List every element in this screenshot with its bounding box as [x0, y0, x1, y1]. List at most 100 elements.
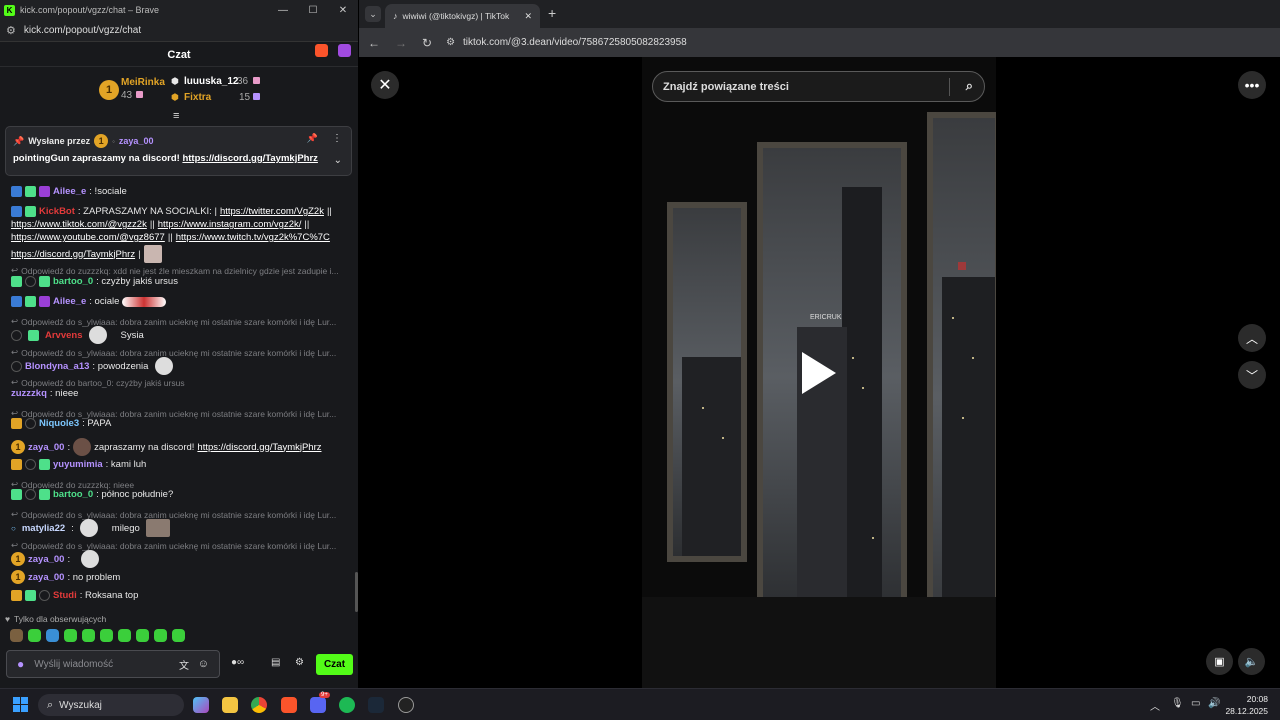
badge-icon: ○	[11, 523, 16, 533]
chat-username[interactable]: Niquole3	[39, 418, 79, 429]
emote-icon[interactable]	[46, 629, 59, 642]
pinned-link[interactable]: https://discord.gg/TaymkjPhrz	[182, 153, 317, 164]
start-button[interactable]	[13, 697, 28, 712]
chat-username[interactable]: Blondyna_a13	[25, 361, 89, 372]
chat-input[interactable]: ● Wyślij wiadomość 文 ☺	[6, 650, 220, 678]
chat-username[interactable]: zuzzzkq	[11, 388, 47, 399]
address-bar[interactable]: ← → ↻ ⚙ tiktok.com/@3.dean/video/7586725…	[359, 28, 1280, 57]
emote-icon[interactable]	[136, 629, 149, 642]
play-icon[interactable]	[802, 352, 836, 394]
previous-video-button[interactable]: ︿	[1238, 324, 1266, 352]
tray-chevron-icon[interactable]: ︿	[1150, 698, 1160, 713]
address-url[interactable]: kick.com/popout/vgzz/chat	[24, 25, 141, 36]
emote-icon[interactable]	[28, 629, 41, 642]
chat-username[interactable]: bartoo_0	[53, 489, 93, 500]
reply-context[interactable]: ↩ Odpowiedź do zuzzzkq: xdd nie jest źle …	[11, 265, 348, 276]
system-clock[interactable]: 20:08 28.12.2025	[1225, 693, 1268, 717]
chat-username[interactable]: zaya_00	[28, 572, 64, 583]
unpin-icon[interactable]: 📌	[307, 133, 318, 144]
collapse-leaderboard-icon[interactable]: ≡	[173, 110, 179, 122]
translate-icon[interactable]: 文	[179, 657, 189, 672]
chat-link[interactable]: https://www.youtube.com/@vgz8677	[11, 232, 165, 243]
expand-chevron-icon[interactable]: ⌄	[334, 155, 342, 166]
emote-icon[interactable]	[118, 629, 131, 642]
chat-link[interactable]: https://twitter.com/VgZ2k	[220, 206, 324, 217]
chat-link[interactable]: https://www.tiktok.com/@vgzz2k	[11, 219, 147, 230]
site-settings-icon[interactable]: ⚙	[6, 24, 16, 37]
volume-icon[interactable]: 🔊	[1208, 698, 1220, 709]
pinned-sender[interactable]: zaya_00	[119, 136, 154, 146]
badge-icon	[39, 186, 50, 197]
store-icon[interactable]: ▤	[271, 657, 280, 668]
chat-link[interactable]: https://discord.gg/TaymkjPhrz	[11, 249, 135, 260]
next-video-button[interactable]: ﹀	[1238, 361, 1266, 389]
chat-username[interactable]: Arvvens	[45, 330, 83, 341]
maximize-button[interactable]: ☐	[298, 0, 328, 20]
discord-icon[interactable]	[310, 697, 326, 713]
chat-scrollbar[interactable]	[355, 572, 358, 612]
chat-username[interactable]: zaya_00	[28, 442, 64, 453]
chat-username[interactable]: bartoo_0	[53, 276, 93, 287]
minimize-button[interactable]: —	[268, 0, 298, 20]
related-search-input[interactable]: Znajdź powiązane treści ⌕	[652, 71, 985, 102]
taskbar-search[interactable]: ⌕ Wyszukaj	[38, 694, 184, 716]
file-explorer-icon[interactable]	[222, 697, 238, 713]
microphone-icon[interactable]: 🎙	[1171, 698, 1184, 709]
chat-username[interactable]: Studi	[53, 590, 77, 601]
more-options-icon[interactable]: ⋮	[332, 133, 342, 144]
emote-icon[interactable]	[172, 629, 185, 642]
chat-username[interactable]: Ailee_e	[53, 296, 86, 307]
reply-text: Odpowiedź do s_ylwiaaa: dobra zanim ucie…	[21, 509, 337, 520]
emote-icon[interactable]	[100, 629, 113, 642]
emote-icon[interactable]	[10, 629, 23, 642]
address-bar[interactable]: ⚙ kick.com/popout/vgzz/chat	[0, 20, 358, 57]
emote-icon[interactable]	[82, 629, 95, 642]
new-tab-icon[interactable]: +	[548, 5, 556, 21]
forward-icon[interactable]: →	[395, 36, 407, 50]
tab-tiktok[interactable]: ♪ wiwiwi (@tiktokivgz) | TikTok ✕	[385, 4, 540, 28]
back-icon[interactable]: ←	[368, 36, 380, 50]
points-icon[interactable]: ●∞	[231, 657, 244, 668]
chat-messages: Ailee_e: !sociale KickBot: ZAPRASZAMY NA…	[0, 180, 356, 610]
close-button[interactable]: ✕	[328, 0, 358, 20]
brave-icon[interactable]	[281, 697, 297, 713]
spotify-icon[interactable]	[339, 697, 355, 713]
site-info-icon[interactable]: ⚙	[446, 37, 455, 48]
more-options-button[interactable]: •••	[1238, 71, 1266, 99]
leader-name[interactable]: luuuska_12	[184, 76, 238, 87]
chat-link[interactable]: https://www.instagram.com/vgz2k/	[158, 219, 302, 230]
reply-context[interactable]: ↩ Odpowiedź do bartoo_0: czyżby jakiś urs…	[11, 377, 348, 388]
obs-icon[interactable]	[398, 697, 414, 713]
chat-link[interactable]: https://www.twitch.tv/vgz2k%7C%7C	[176, 232, 330, 243]
steam-icon[interactable]	[368, 697, 384, 713]
address-url[interactable]: tiktok.com/@3.dean/video/758672580508282…	[463, 37, 687, 48]
send-chat-button[interactable]: Czat	[316, 654, 353, 675]
chat-username[interactable]: zaya_00	[28, 554, 64, 565]
chat-username[interactable]: Ailee_e	[53, 186, 86, 197]
copilot-icon[interactable]	[193, 697, 209, 713]
search-icon[interactable]: ⌕	[966, 78, 973, 94]
volume-button[interactable]: 🔈	[1238, 648, 1265, 675]
chrome-icon[interactable]	[251, 697, 267, 713]
microphone-icon[interactable]: ●	[17, 657, 24, 671]
badge-icon	[11, 360, 22, 372]
reload-icon[interactable]: ↻	[422, 36, 432, 50]
leader-name[interactable]: MeiRinka	[121, 77, 165, 88]
close-video-button[interactable]: ✕	[371, 71, 399, 99]
chat-username[interactable]: KickBot	[39, 206, 75, 217]
chat-username[interactable]: yuyumimia	[53, 459, 103, 470]
monitor-icon[interactable]: ▭	[1191, 698, 1200, 709]
floating-player-button[interactable]: ▣	[1206, 648, 1233, 675]
close-tab-icon[interactable]: ✕	[524, 11, 532, 22]
emote-icon[interactable]	[64, 629, 77, 642]
settings-gear-icon[interactable]: ⚙	[295, 657, 304, 668]
leader-name[interactable]: Fixtra	[184, 92, 211, 103]
badge-icon	[25, 459, 36, 470]
chat-link[interactable]: https://discord.gg/TaymkjPhrz	[197, 442, 321, 453]
emoji-icon[interactable]: ☺	[198, 658, 209, 670]
emote-icon[interactable]	[154, 629, 167, 642]
tab-search-icon[interactable]: ⌄	[365, 6, 381, 22]
followers-only-text: Tylko dla obserwujących	[14, 614, 107, 624]
chat-input-placeholder[interactable]: Wyślij wiadomość	[34, 659, 113, 670]
chat-username[interactable]: matylia22	[22, 523, 65, 534]
